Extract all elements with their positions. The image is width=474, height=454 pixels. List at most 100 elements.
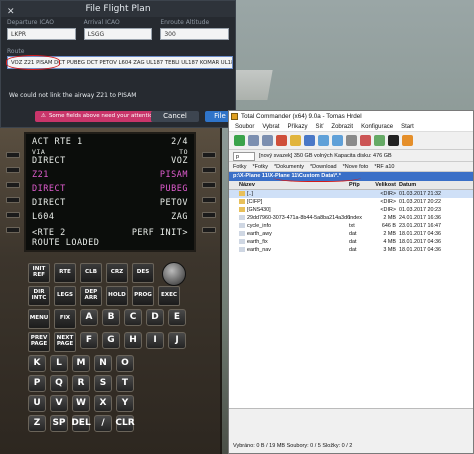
brief-view-icon[interactable] — [248, 135, 259, 146]
file-row[interactable]: cycle_info txt 646 B 23.01.2017 16:47 — [229, 222, 473, 230]
departure-field[interactable]: LKPR — [7, 28, 76, 40]
fmc-key[interactable]: PROG — [132, 286, 154, 306]
fmc-key[interactable]: CLR — [115, 415, 135, 432]
fmc-key[interactable]: O — [116, 355, 134, 372]
fmc-key[interactable]: F — [80, 332, 98, 349]
favorite-link[interactable]: Fotky — [233, 162, 246, 171]
fmc-key[interactable]: DIR INTC — [28, 286, 50, 306]
fmc-key[interactable]: W — [72, 395, 90, 412]
brightness-knob[interactable] — [162, 262, 186, 286]
fmc-key[interactable]: R — [72, 375, 90, 392]
fmc-key[interactable]: G — [102, 332, 120, 349]
fmc-key[interactable]: CLB — [80, 263, 102, 283]
unpack-icon[interactable] — [290, 135, 301, 146]
fmc-key[interactable]: S — [94, 375, 112, 392]
fmc-key[interactable]: A — [80, 309, 98, 326]
fmc-key[interactable]: T — [116, 375, 134, 392]
sync-icon[interactable] — [374, 135, 385, 146]
fmc-key[interactable]: MENU — [28, 309, 50, 329]
fmc-key[interactable]: LEGS — [54, 286, 76, 306]
file-row[interactable]: [GNS430] <DIR> 01.03.2017 20:23 — [229, 206, 473, 214]
menu-item[interactable]: Start — [401, 122, 414, 131]
fmc-key[interactable]: I — [146, 332, 164, 349]
line-select-key-left[interactable] — [6, 152, 20, 158]
fmc-key[interactable]: NEXT PAGE — [54, 332, 76, 352]
line-select-key-left[interactable] — [6, 167, 20, 173]
fmc-key[interactable]: C — [124, 309, 142, 326]
fmc-key[interactable]: Z — [28, 415, 46, 432]
fmc-key[interactable]: DES — [132, 263, 154, 283]
fmc-key[interactable]: M — [72, 355, 90, 372]
line-select-key-left[interactable] — [6, 182, 20, 188]
fmc-key[interactable]: U — [28, 395, 46, 412]
current-path[interactable]: p:\X-Plane 11\X-Plane 11\Custom Data\*.* — [229, 172, 473, 182]
fmc-key[interactable]: SP — [50, 415, 68, 432]
line-select-key-right[interactable] — [202, 152, 216, 158]
fmc-key[interactable]: X — [94, 395, 112, 412]
fmc-key[interactable]: CRZ — [106, 263, 128, 283]
pack-icon[interactable] — [276, 135, 287, 146]
arrival-field[interactable]: LSGG — [83, 28, 153, 40]
fmc-key[interactable]: H — [124, 332, 142, 349]
favorite-link[interactable]: *Dokumenty — [274, 162, 304, 171]
menu-item[interactable]: Zobrazit — [331, 122, 353, 131]
search-icon[interactable] — [346, 135, 357, 146]
fmc-key[interactable]: PREV PAGE — [28, 332, 50, 352]
line-select-key-left[interactable] — [6, 212, 20, 218]
ftp-icon[interactable] — [304, 135, 315, 146]
line-select-key-right[interactable] — [202, 182, 216, 188]
line-select-key-right[interactable] — [202, 197, 216, 203]
fmc-key[interactable]: B — [102, 309, 120, 326]
menu-item[interactable]: Soubor — [235, 122, 254, 131]
drive-select[interactable]: p — [233, 151, 255, 161]
favorite-link[interactable]: *Download — [310, 162, 337, 171]
line-select-key-left[interactable] — [6, 197, 20, 203]
fmc-key[interactable]: / — [94, 415, 112, 432]
column-date[interactable]: Datum — [399, 181, 473, 189]
favorite-link[interactable]: *Fotky — [252, 162, 268, 171]
line-select-key-right[interactable] — [202, 227, 216, 233]
fmc-key[interactable]: FIX — [54, 309, 76, 329]
line-select-key-right[interactable] — [202, 167, 216, 173]
file-row[interactable]: earth_fix dat 4 MB 18.01.2017 04:36 — [229, 238, 473, 246]
favorite-link[interactable]: *Nove foto — [343, 162, 369, 171]
fmc-key[interactable]: RTE — [54, 263, 76, 283]
rename-icon[interactable] — [360, 135, 371, 146]
altitude-field[interactable]: 300 — [160, 28, 230, 40]
line-select-key-right[interactable] — [202, 212, 216, 218]
full-view-icon[interactable] — [262, 135, 273, 146]
fmc-key[interactable]: Y — [116, 395, 134, 412]
fmc-key[interactable]: D — [146, 309, 164, 326]
close-icon[interactable]: ✕ — [7, 4, 15, 20]
file-row[interactable]: [CIFP] <DIR> 01.03.2017 20:22 — [229, 198, 473, 206]
column-name[interactable]: Název — [229, 181, 349, 189]
line-select-key-left[interactable] — [6, 227, 20, 233]
fmc-key[interactable]: V — [50, 395, 68, 412]
file-row[interactable]: earth_awy dat 2 MB 18.01.2017 04:36 — [229, 230, 473, 238]
back-icon[interactable] — [318, 135, 329, 146]
menu-item[interactable]: Konfigurace — [361, 122, 393, 131]
file-row[interactable]: 29dd7960-3073-471a-8b44-5a8ba214a3d6 inde… — [229, 214, 473, 222]
cancel-button[interactable]: Cancel — [151, 111, 199, 122]
fmc-key[interactable]: HOLD — [106, 286, 128, 306]
fmc-key[interactable]: DEL — [71, 415, 91, 432]
fmc-key[interactable]: J — [168, 332, 186, 349]
refresh-icon[interactable] — [234, 135, 245, 146]
menu-item[interactable]: Vybrat — [262, 122, 279, 131]
terminal-icon[interactable] — [388, 135, 399, 146]
fmc-key[interactable]: DEP ARR — [80, 286, 102, 306]
fmc-key[interactable]: EXEC — [158, 286, 180, 306]
fmc-key[interactable]: E — [168, 309, 186, 326]
fmc-key[interactable]: L — [50, 355, 68, 372]
menu-item[interactable]: Síť — [316, 122, 324, 131]
forward-icon[interactable] — [332, 135, 343, 146]
fmc-key[interactable]: K — [28, 355, 46, 372]
fmc-key[interactable]: P — [28, 375, 46, 392]
menu-item[interactable]: Příkazy — [287, 122, 307, 131]
editor-icon[interactable] — [402, 135, 413, 146]
fmc-key[interactable]: Q — [50, 375, 68, 392]
file-row[interactable]: [..] <DIR> 01.03.2017 21:32 — [229, 190, 473, 198]
column-size[interactable]: Velikost — [369, 181, 399, 189]
column-ext[interactable]: Příp — [349, 181, 369, 189]
fmc-key[interactable]: INIT REF — [28, 263, 50, 283]
